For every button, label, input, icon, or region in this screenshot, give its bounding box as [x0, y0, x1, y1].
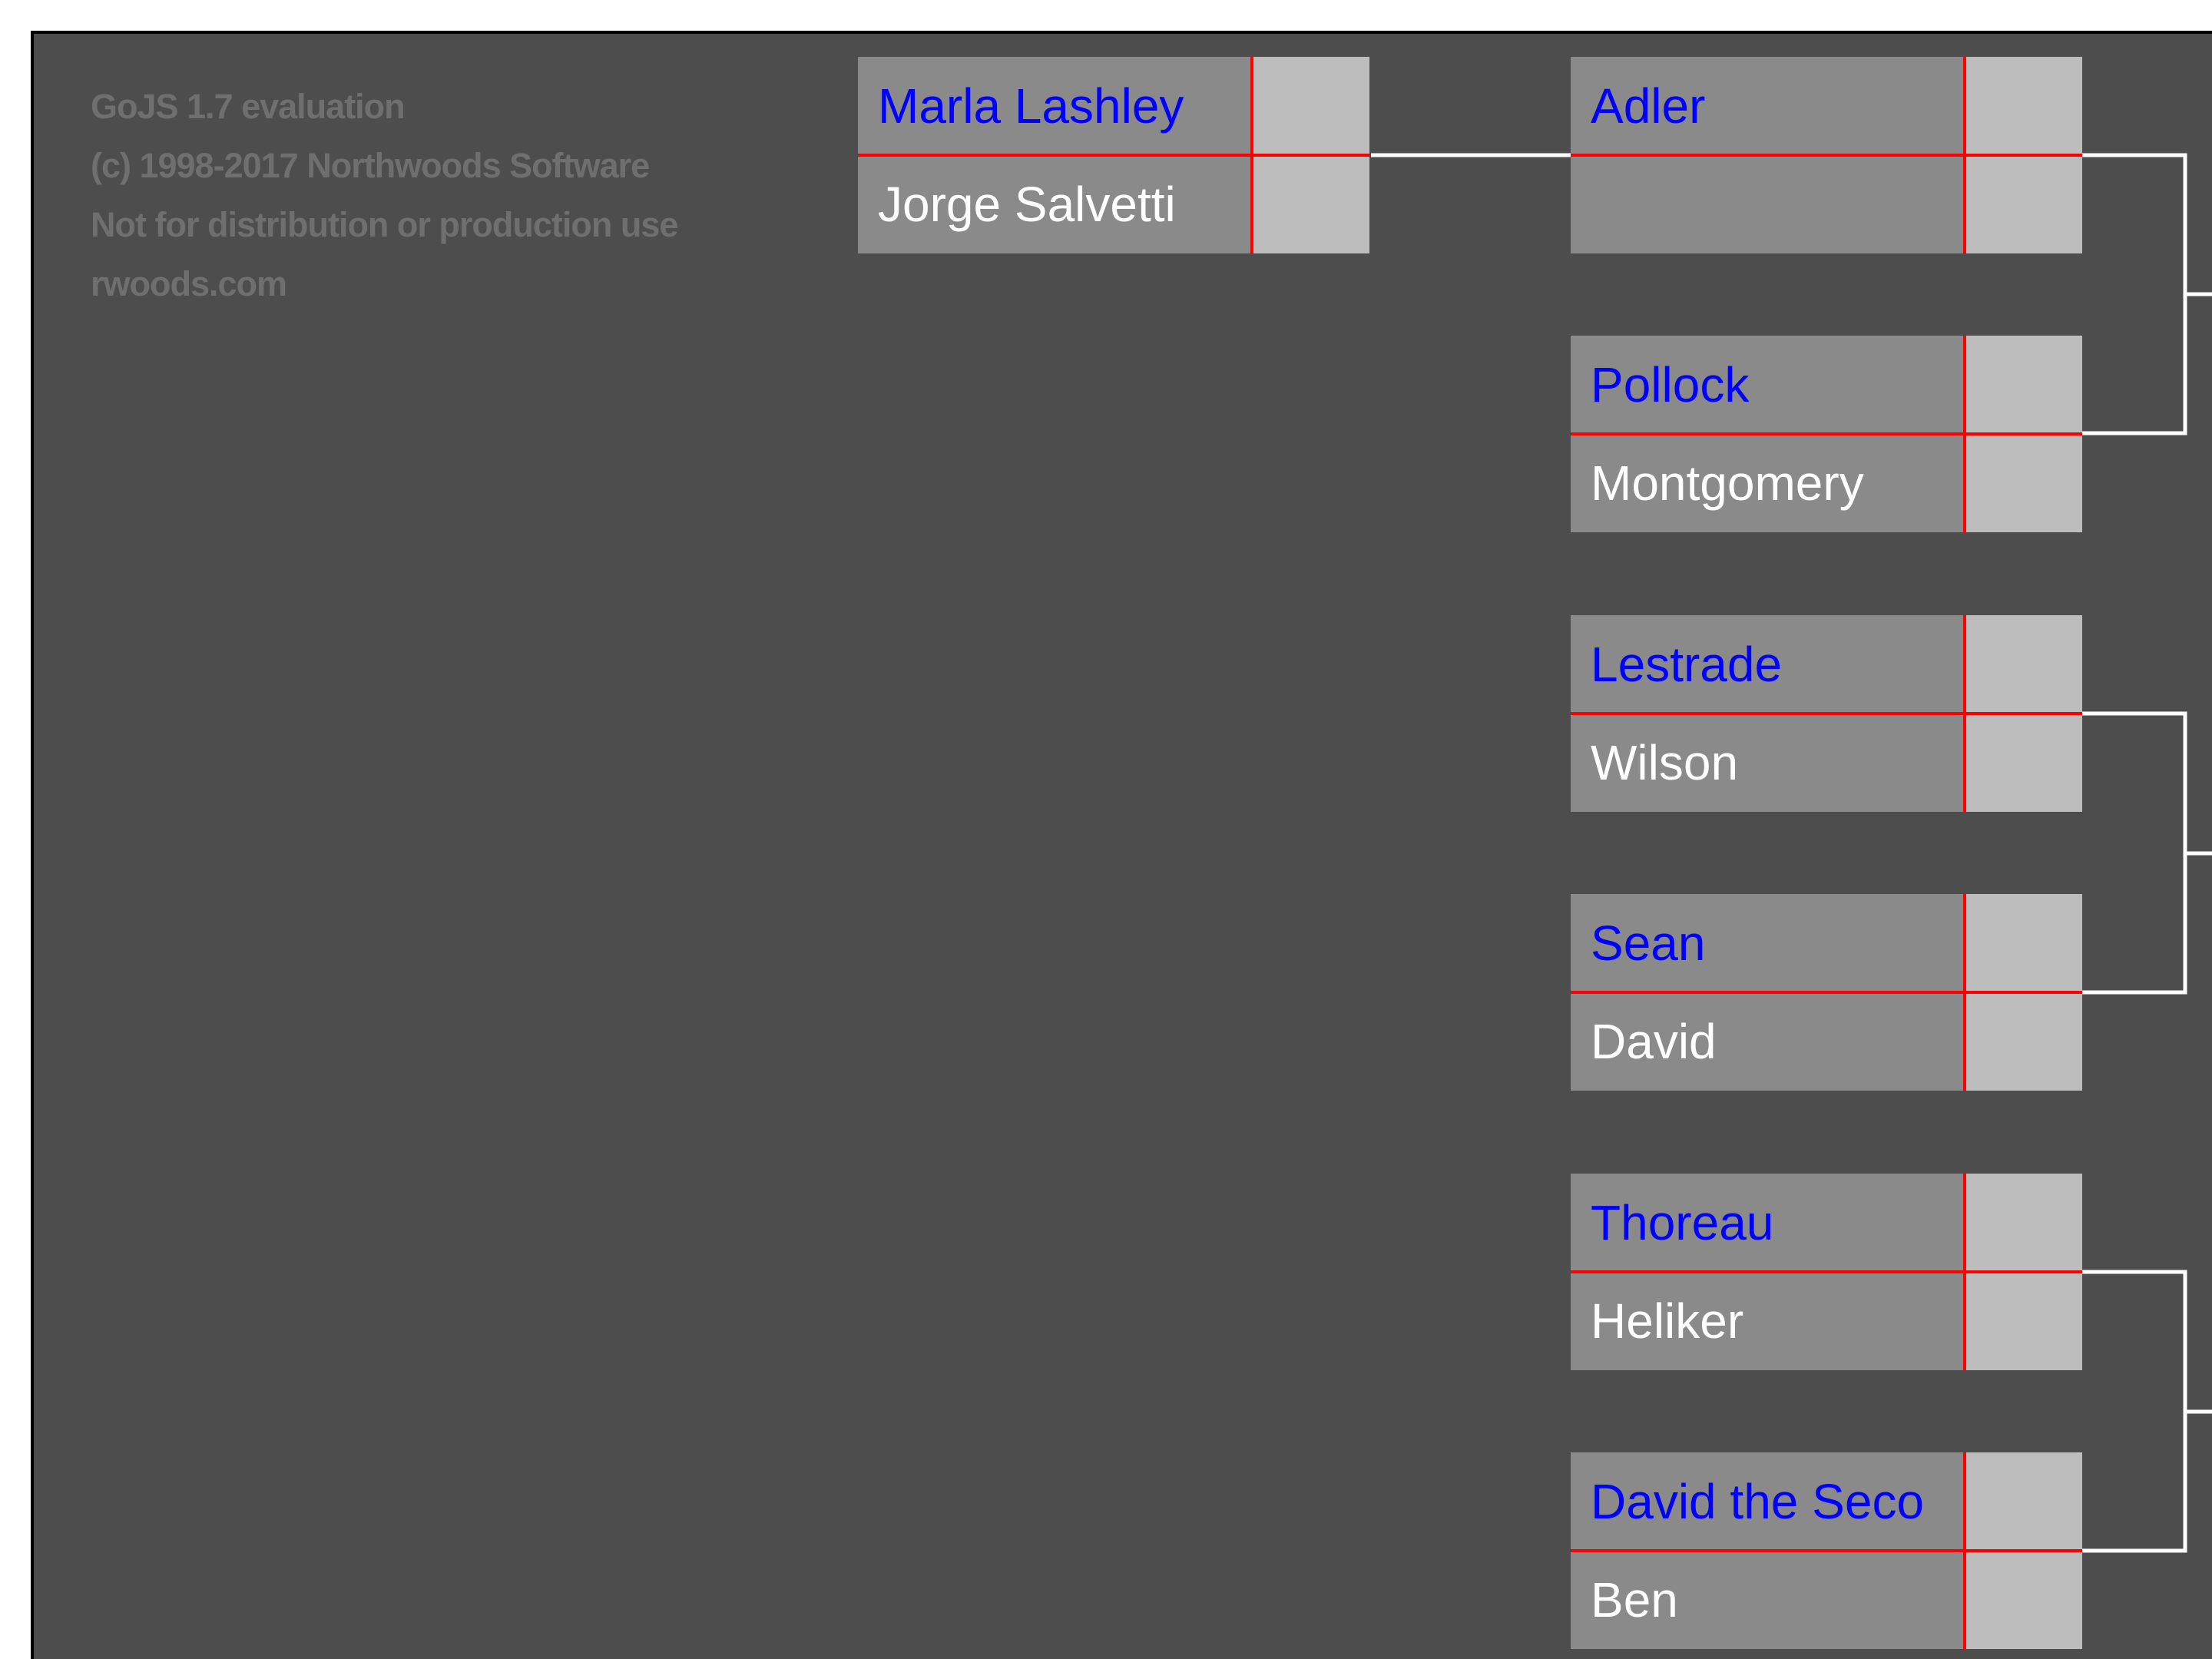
match-node[interactable]: Marla Lashley Jorge Salvetti [858, 57, 1369, 253]
player-name[interactable]: Heliker [1571, 1272, 1965, 1370]
player-name[interactable]: Jorge Salvetti [858, 155, 1253, 253]
player-slot-bottom[interactable]: Wilson [1571, 714, 2082, 812]
score-field[interactable] [1965, 57, 2082, 155]
player-slot-bottom[interactable]: Heliker [1571, 1272, 2082, 1370]
score-field[interactable] [1253, 155, 1369, 253]
player-name[interactable]: Pollock [1571, 336, 1965, 434]
score-field[interactable] [1965, 434, 2082, 532]
player-slot-bottom[interactable]: David [1571, 992, 2082, 1091]
player-name[interactable]: Sean [1571, 894, 1965, 992]
score-field[interactable] [1965, 155, 2082, 253]
player-slot-top[interactable]: Thoreau [1571, 1174, 2082, 1272]
player-name[interactable]: Montgomery [1571, 434, 1965, 532]
player-slot-top[interactable]: Adler [1571, 57, 2082, 155]
match-node[interactable]: Pollock Montgomery [1571, 336, 2082, 532]
match-node[interactable]: David the Seco Ben [1571, 1452, 2082, 1649]
player-divider [1571, 712, 2082, 715]
score-field[interactable] [1965, 1174, 2082, 1272]
player-divider [1571, 154, 2082, 157]
link-lestrade-sean [2082, 711, 2212, 995]
player-slot-top[interactable]: David the Seco [1571, 1452, 2082, 1551]
player-name[interactable]: David the Seco [1571, 1452, 1965, 1551]
player-name[interactable]: Marla Lashley [858, 57, 1253, 155]
score-field[interactable] [1253, 57, 1369, 155]
player-slot-top[interactable]: Pollock [1571, 336, 2082, 434]
score-field[interactable] [1965, 336, 2082, 434]
score-field[interactable] [1965, 1551, 2082, 1649]
score-field[interactable] [1965, 894, 2082, 992]
bracket-links [1371, 153, 2212, 1553]
diagram-canvas[interactable]: GoJS 1.7 evaluation (c) 1998-2017 Northw… [31, 31, 2212, 1659]
match-node[interactable]: Thoreau Heliker [1571, 1174, 2082, 1370]
player-name[interactable]: Ben [1571, 1551, 1965, 1649]
link-adler-pollock [2082, 153, 2212, 435]
player-slot-bottom[interactable]: Montgomery [1571, 434, 2082, 532]
score-field[interactable] [1965, 1272, 2082, 1370]
player-name[interactable]: Lestrade [1571, 615, 1965, 714]
player-slot-bottom[interactable]: Jorge Salvetti [858, 155, 1369, 253]
link-thoreau-davidseco [2082, 1270, 2212, 1553]
player-name[interactable]: Wilson [1571, 714, 1965, 812]
player-name[interactable]: Thoreau [1571, 1174, 1965, 1272]
score-field[interactable] [1965, 1452, 2082, 1551]
score-field[interactable] [1965, 615, 2082, 714]
player-divider [1571, 1549, 2082, 1552]
player-divider [1571, 1270, 2082, 1273]
match-node[interactable]: Adler [1571, 57, 2082, 253]
player-name[interactable]: David [1571, 992, 1965, 1091]
match-node[interactable]: Lestrade Wilson [1571, 615, 2082, 812]
player-slot-top[interactable]: Sean [1571, 894, 2082, 992]
player-slot-bottom[interactable] [1571, 155, 2082, 253]
score-field[interactable] [1965, 992, 2082, 1091]
player-divider [858, 154, 1369, 157]
player-name[interactable]: Adler [1571, 57, 1965, 155]
player-name[interactable] [1571, 155, 1965, 253]
match-node[interactable]: Sean David [1571, 894, 2082, 1091]
player-divider [1571, 991, 2082, 994]
player-divider [1571, 432, 2082, 435]
score-field[interactable] [1965, 714, 2082, 812]
player-slot-bottom[interactable]: Ben [1571, 1551, 2082, 1649]
player-slot-top[interactable]: Lestrade [1571, 615, 2082, 714]
player-slot-top[interactable]: Marla Lashley [858, 57, 1369, 155]
